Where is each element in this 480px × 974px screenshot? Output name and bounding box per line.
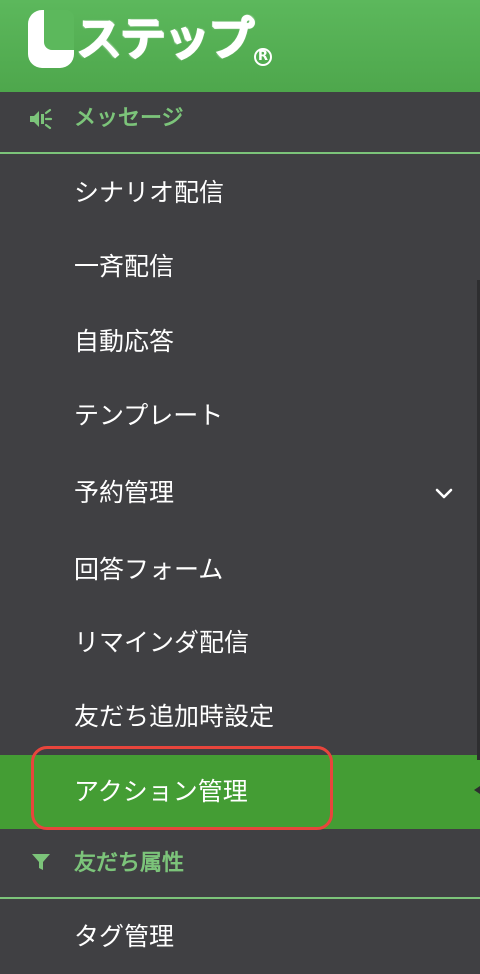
chevron-down-icon[interactable] [434, 483, 454, 503]
menu-item-reservation[interactable]: 予約管理 [0, 456, 480, 530]
menu-item-friend-add-settings[interactable]: 友だち追加時設定 [0, 680, 480, 754]
menu-item-label: タグ管理 [74, 922, 175, 951]
menu-item-template[interactable]: テンプレート [0, 379, 480, 453]
menu-item-action-management[interactable]: アクション管理 [0, 755, 480, 829]
megaphone-icon [30, 108, 53, 130]
section-header-message[interactable]: メッセージ [0, 92, 480, 154]
menu-item-label: 友だち追加時設定 [74, 702, 275, 731]
logo-l-mark [28, 10, 74, 68]
menu-item-label: アクション管理 [74, 777, 248, 806]
section-header-friend-attr[interactable]: 友だち属性 [0, 829, 480, 899]
caret-left-icon [474, 786, 480, 794]
registered-mark: R [254, 48, 272, 66]
menu-item-label: 一斉配信 [74, 252, 175, 281]
menu-item-auto-reply[interactable]: 自動応答 [0, 305, 480, 379]
app-header: ステップ R [0, 0, 480, 92]
menu-item-reminder[interactable]: リマインダ配信 [0, 606, 480, 680]
menu-item-scenario[interactable]: シナリオ配信 [0, 156, 480, 230]
lstep-logo[interactable]: ステップ R [28, 10, 272, 68]
section-label-message: メッセージ [74, 106, 184, 131]
menu-item-broadcast[interactable]: 一斉配信 [0, 230, 480, 304]
menu-item-label: シナリオ配信 [74, 178, 225, 207]
menu-item-label: テンプレート [74, 401, 224, 430]
menu-item-label: 回答フォーム [74, 555, 224, 584]
menu-item-tag-management[interactable]: タグ管理 [0, 900, 480, 969]
menu-item-label: 予約管理 [74, 478, 175, 507]
filter-icon [32, 854, 50, 870]
menu-item-label: リマインダ配信 [74, 628, 250, 657]
section-label-friend-attr: 友だち属性 [74, 851, 185, 876]
menu-item-label: 自動応答 [74, 327, 175, 356]
menu-item-answer-form[interactable]: 回答フォーム [0, 533, 480, 607]
logo-text: ステップ [76, 12, 254, 66]
